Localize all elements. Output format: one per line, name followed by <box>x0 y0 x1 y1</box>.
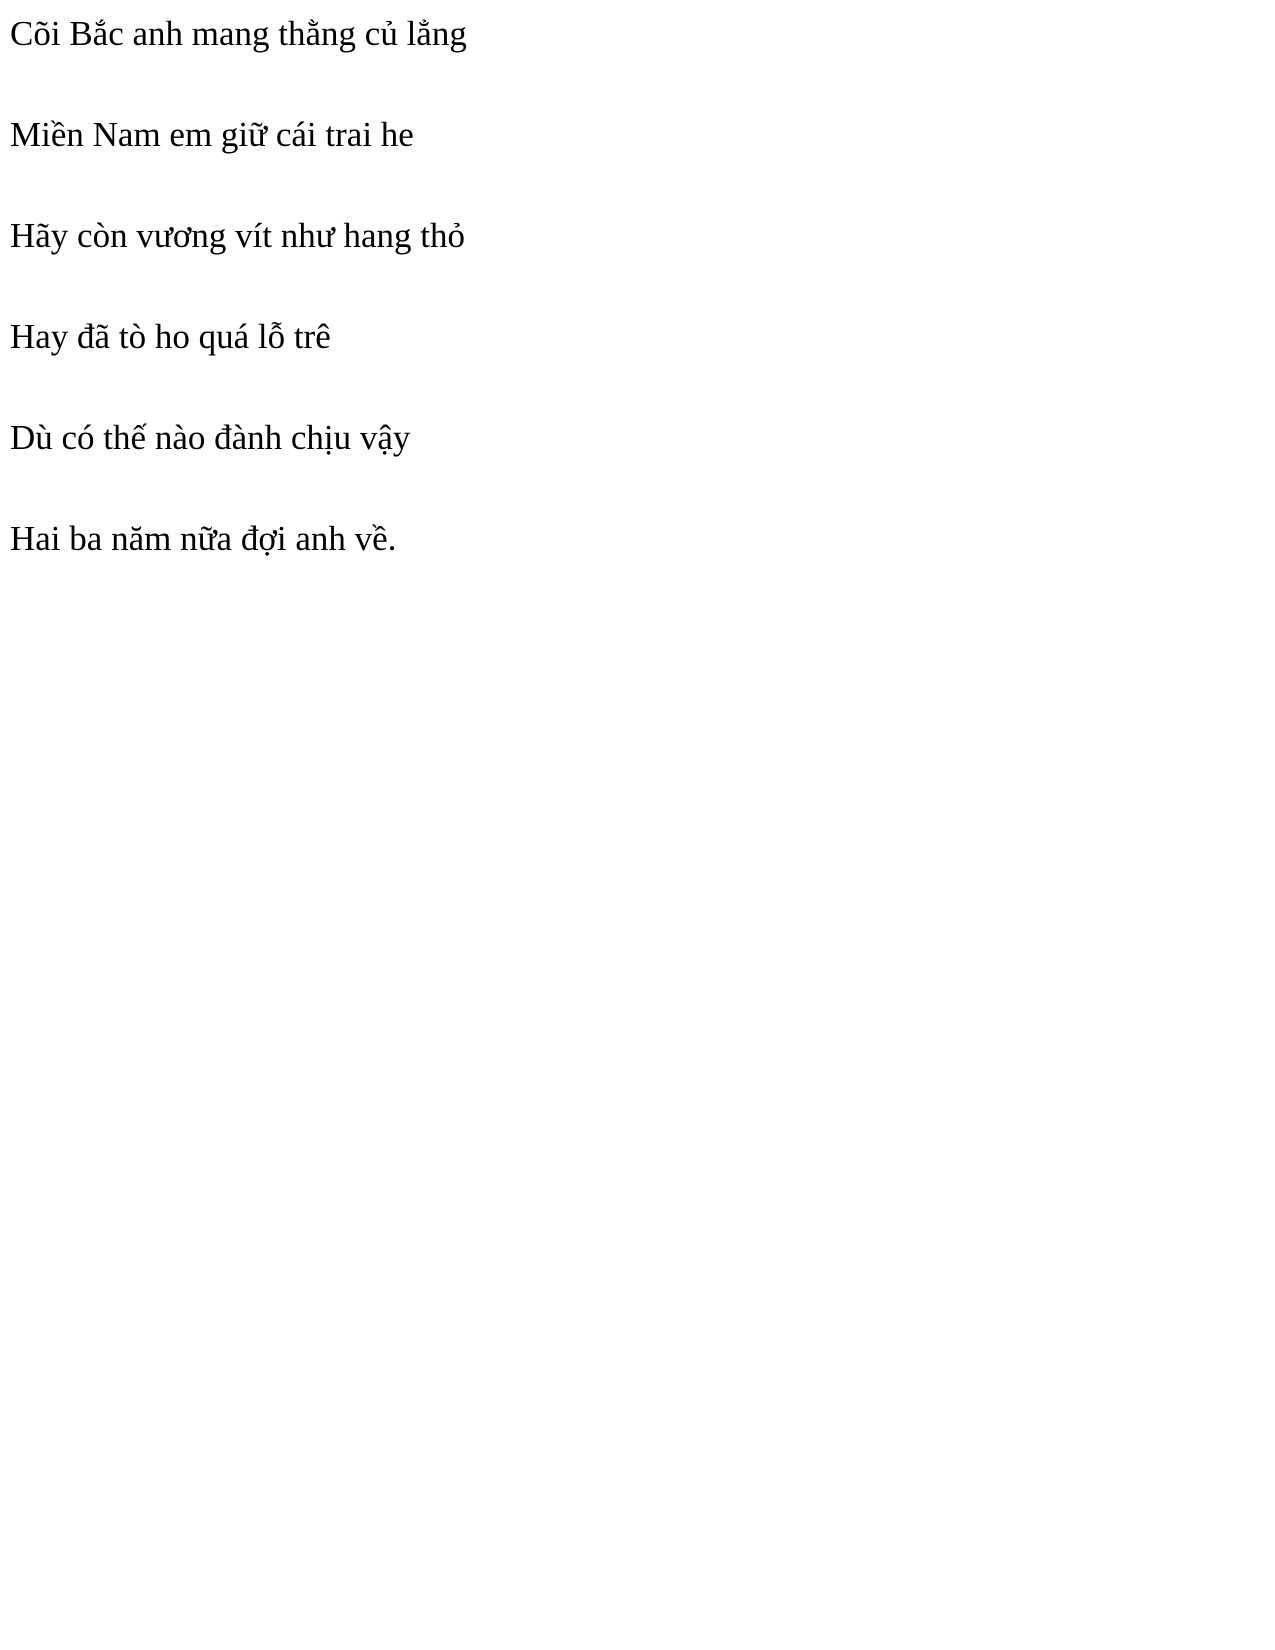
poem-line: Cõi Bắc anh mang thằng củ lẳng <box>10 14 467 53</box>
document-page: Cõi Bắc anh mang thằng củ lẳng Miền Nam … <box>0 0 1275 1650</box>
poem-line: Miền Nam em giữ cái trai he <box>10 115 414 154</box>
poem-line: Dù có thế nào đành chịu vậy <box>10 418 411 457</box>
poem-line: Hai ba năm nữa đợi anh về. <box>10 519 397 558</box>
poem-line: Hãy còn vương vít như hang thỏ <box>10 216 465 255</box>
poem-text: Cõi Bắc anh mang thằng củ lẳng Miền Nam … <box>10 11 467 562</box>
poem-line: Hay đã tò ho quá lỗ trê <box>10 317 331 356</box>
